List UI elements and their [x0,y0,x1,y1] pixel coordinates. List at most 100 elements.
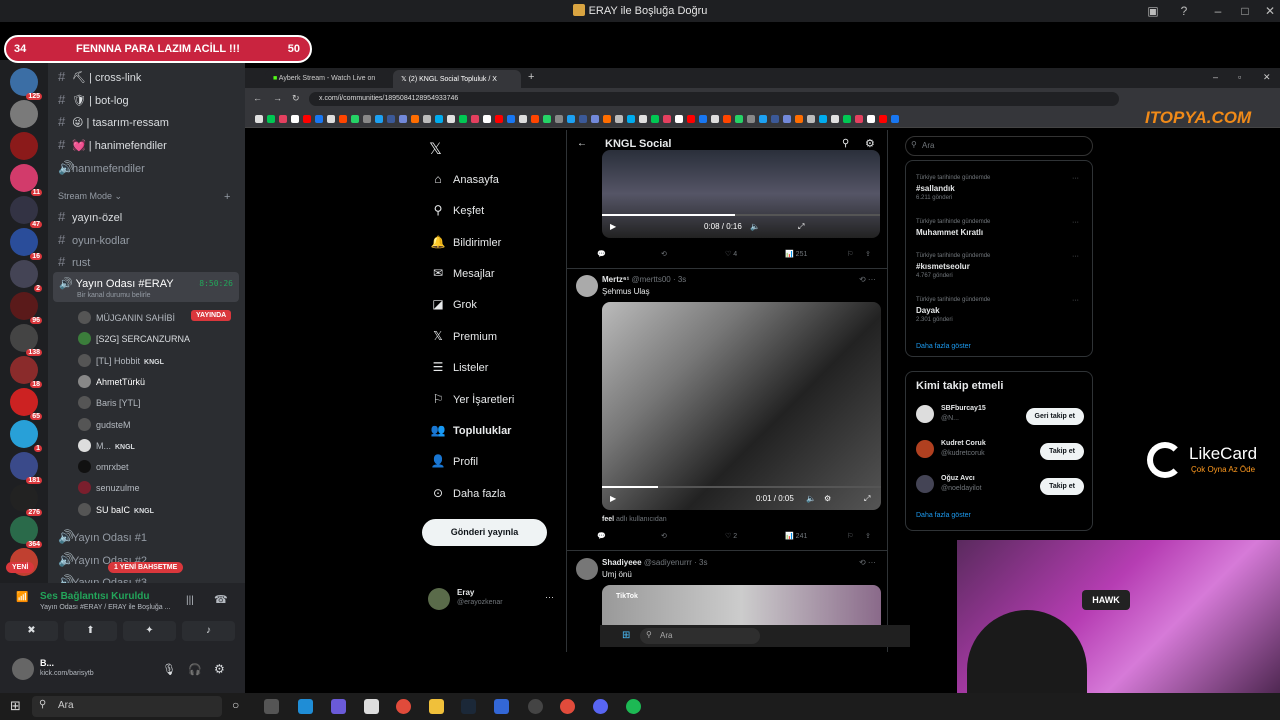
obs-icon[interactable] [528,699,543,714]
windows-start-icon[interactable]: ⊞ [622,630,630,641]
browser-minimize[interactable]: – [1213,72,1218,82]
search-input[interactable]: ⚲ Ara [905,136,1093,156]
nav-notifications[interactable]: 🔔 Bildirimler [429,235,502,249]
bookmark-icon[interactable]: ⚐ [847,532,853,540]
server-icon[interactable] [10,132,38,160]
server-icon[interactable]: 1 [10,420,42,452]
trend-item[interactable]: Türkiye tarihinde gündemde Muhammet Kırat… [916,219,990,237]
play-icon[interactable]: ▶ [610,494,616,503]
windows-start-icon[interactable]: ⊞ [10,698,21,714]
channel-bot-log[interactable]: # 🛡 | bot-log [58,92,129,107]
bookmark-favicon-icon[interactable] [363,115,371,123]
bookmark-favicon-icon[interactable] [591,115,599,123]
screen-share-button[interactable]: ⬆ [64,621,117,641]
bookmark-favicon-icon[interactable] [771,115,779,123]
voice-user[interactable]: SU baIC KNGL [78,503,154,516]
disconnect-icon[interactable]: ☎ [214,593,228,606]
server-icon[interactable]: 181 [10,452,42,484]
repost-icon[interactable]: ⟲ [661,532,667,540]
channel-rust[interactable]: # rust [58,254,90,269]
channel-hanimefendiler[interactable]: # 💓 | hanimefendiler [58,137,167,152]
bookmark-favicon-icon[interactable] [555,115,563,123]
voice-user[interactable]: Baris [YTL] [78,396,141,409]
nav-more[interactable]: ⊙ Daha fazla [429,486,506,500]
bookmark-favicon-icon[interactable] [783,115,791,123]
trend-item[interactable]: Türkiye tarihinde gündemde #kısmetseolur 4… [916,253,990,279]
show-more-link[interactable]: Daha fazla göster [916,512,971,519]
voice-user[interactable]: gudsteM [78,418,131,431]
bookmark-favicon-icon[interactable] [819,115,827,123]
server-icon[interactable]: 364 [10,516,42,548]
bookmark-favicon-icon[interactable] [327,115,335,123]
volume-icon[interactable]: 🔈 [806,494,816,503]
settings-icon[interactable]: ⚙ [824,494,831,503]
server-icon[interactable]: 138 [10,324,42,356]
nav-bookmarks[interactable]: ⚐ Yer İşaretleri [429,392,515,406]
voice-user[interactable]: [S2G] SERCANZURNA [78,332,190,345]
bookmark-favicon-icon[interactable] [603,115,611,123]
bookmark-favicon-icon[interactable] [447,115,455,123]
nav-messages[interactable]: ✉ Mesajlar [429,266,495,280]
follow-button[interactable]: Takip et [1040,443,1084,460]
account-avatar[interactable] [428,588,450,610]
bookmark-favicon-icon[interactable] [351,115,359,123]
discord-icon[interactable] [593,699,608,714]
channel-oyun-kodlar[interactable]: # oyun-kodlar [58,232,129,247]
widgets-icon[interactable] [264,699,279,714]
bookmark-favicon-icon[interactable] [855,115,863,123]
server-icon[interactable]: 2 [10,260,42,292]
bookmark-favicon-icon[interactable] [543,115,551,123]
channel-cross-link[interactable]: # ⛏ | cross-link [58,69,141,84]
server-icon[interactable]: 16 [10,228,42,260]
bookmark-favicon-icon[interactable] [843,115,851,123]
voice-user[interactable]: omrxbet [78,460,129,473]
bookmark-favicon-icon[interactable] [675,115,683,123]
post-video[interactable]: ▶ 0:08 / 0:16 🔈 ⤢ [602,150,880,238]
copilot-icon[interactable] [331,699,346,714]
show-more-link[interactable]: Daha fazla göster [916,343,971,350]
server-icon[interactable]: 125 [10,68,42,100]
bookmark-favicon-icon[interactable] [435,115,443,123]
bookmark-favicon-icon[interactable] [831,115,839,123]
avatar[interactable] [12,658,34,680]
voice-user[interactable]: AhmetTürkü [78,375,145,388]
repost-icon[interactable]: ⟲ [661,250,667,258]
back-arrow-icon[interactable]: ← [577,138,587,149]
nav-profile[interactable]: 👤 Profil [429,454,479,468]
bookmark-favicon-icon[interactable] [531,115,539,123]
voice-room-active[interactable]: 🔊 Yayın Odası #ERAY Bir kanal durumu bel… [53,272,239,302]
bookmark-favicon-icon[interactable] [339,115,347,123]
fullscreen-icon[interactable]: ⤢ [798,222,804,232]
bookmark-favicon-icon[interactable] [579,115,587,123]
voice-user[interactable]: [TL] Hobbit KNGL [78,354,164,367]
post-video[interactable]: ▶ 0:01 / 0:05 🔈 ⚙ ⤢ [602,302,881,510]
forward-icon[interactable]: → [273,93,282,103]
settings-gear-icon[interactable]: ⚙ [214,662,225,676]
bookmark-favicon-icon[interactable] [807,115,815,123]
headphones-icon[interactable]: 🎧 [188,663,202,676]
tab-ayberk[interactable]: ■ Ayberk Stream - Watch Live on [265,70,391,88]
app-icon[interactable] [298,699,313,714]
bookmark-favicon-icon[interactable] [471,115,479,123]
chrome-icon[interactable] [396,699,411,714]
bookmark-favicon-icon[interactable] [663,115,671,123]
screenshot-icon[interactable]: ▣ [1145,3,1161,19]
bookmark-favicon-icon[interactable] [507,115,515,123]
bookmark-favicon-icon[interactable] [567,115,575,123]
bookmark-favicon-icon[interactable] [315,115,323,123]
post-button[interactable]: Gönderi yayınla [422,519,547,546]
more-icon[interactable]: ··· [1072,297,1079,304]
camera-button[interactable]: ✖ [5,621,58,641]
bookmark-favicon-icon[interactable] [495,115,503,123]
server-icon[interactable]: 47 [10,196,42,228]
voice-room-1[interactable]: 🔊Yayın Odası #1 [58,529,147,545]
bookmark-favicon-icon[interactable] [423,115,431,123]
nav-premium[interactable]: 𝕏 Premium [429,329,497,343]
inner-search-input[interactable]: ⚲ Ara [640,628,760,644]
avatar[interactable] [576,558,598,580]
bookmark-favicon-icon[interactable] [267,115,275,123]
voice-user[interactable]: MÜJGANIN SAHİBİ [78,311,175,324]
bookmark-favicon-icon[interactable] [891,115,899,123]
browser-maximize[interactable]: ▫ [1238,72,1241,82]
minimize-button[interactable]: – [1210,3,1226,19]
